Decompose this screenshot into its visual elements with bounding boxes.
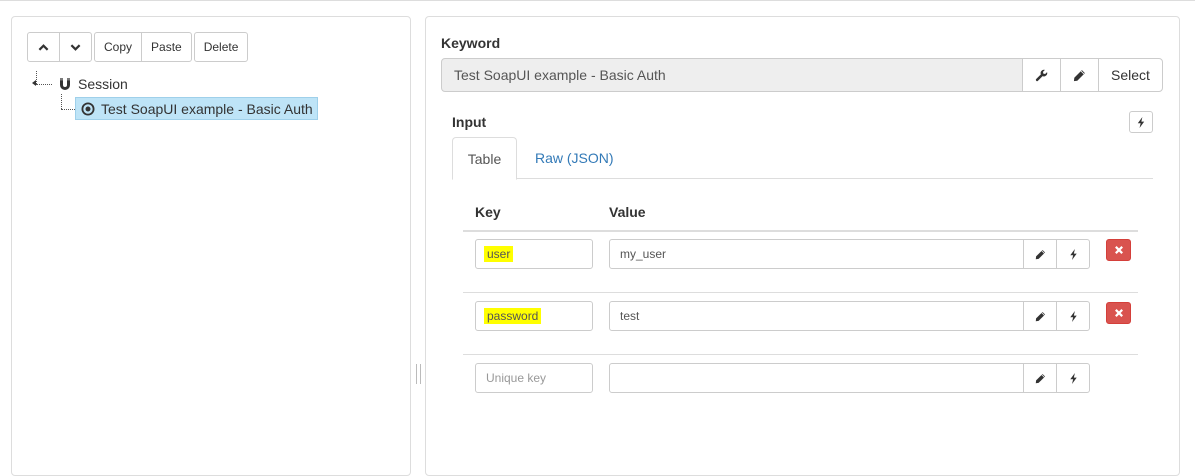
edit-value-button[interactable] (1023, 363, 1057, 393)
select-keyword-button[interactable]: Select (1098, 58, 1163, 92)
new-value-field[interactable] (609, 363, 1024, 393)
edit-value-button[interactable] (1023, 239, 1057, 269)
tree-connector (61, 94, 62, 109)
tree-connector (36, 71, 37, 84)
row-divider (463, 292, 1138, 293)
key-field[interactable]: user (475, 239, 593, 269)
keyword-field[interactable]: Test SoapUI example - Basic Auth (441, 58, 1023, 92)
configure-keyword-button[interactable] (1022, 58, 1061, 92)
tree-expander[interactable] (32, 80, 36, 86)
remove-row-button[interactable] (1106, 302, 1131, 324)
tree-node-label: Session (78, 76, 128, 92)
row-divider (463, 354, 1138, 355)
editor-panel: Keyword Test SoapUI example - Basic Auth… (425, 16, 1180, 476)
value-field[interactable]: test (609, 301, 1024, 331)
value-field[interactable]: my_user (609, 239, 1024, 269)
value-input-group: test (609, 301, 1090, 331)
input-expression-toggle-button[interactable] (1129, 111, 1153, 133)
pencil-icon (1035, 373, 1045, 383)
expression-toggle-button[interactable] (1056, 301, 1090, 331)
pencil-icon (1035, 311, 1045, 321)
target-icon (81, 102, 95, 115)
magnet-icon (60, 78, 70, 90)
panel-splitter-handle[interactable] (415, 364, 422, 384)
new-key-field[interactable]: Unique key (475, 363, 593, 393)
keyword-label: Keyword (441, 35, 501, 51)
pencil-icon (1035, 249, 1045, 259)
tab-raw-json[interactable]: Raw (JSON) (520, 137, 629, 179)
value-input-group: my_user (609, 239, 1090, 269)
input-label: Input (452, 114, 487, 130)
close-icon (1114, 246, 1123, 254)
lightning-icon (1069, 310, 1077, 322)
key-value: password (484, 308, 542, 324)
wrench-icon (1035, 69, 1048, 81)
close-icon (1114, 309, 1123, 317)
column-header-key: Key (475, 204, 501, 220)
tree-panel: Copy Paste Delete Session Test SoapUI ex… (11, 16, 411, 476)
key-field[interactable]: password (475, 301, 593, 331)
lightning-icon (1137, 116, 1145, 128)
edit-keyword-button[interactable] (1060, 58, 1099, 92)
expression-toggle-button[interactable] (1056, 239, 1090, 269)
tree-node-session[interactable]: Session (58, 75, 128, 93)
tree-node-label: Test SoapUI example - Basic Auth (101, 100, 313, 117)
lightning-icon (1069, 248, 1077, 260)
input-tabs: Table Raw (JSON) (452, 137, 1153, 180)
tree: Session Test SoapUI example - Basic Auth (12, 17, 410, 475)
column-header-value: Value (609, 204, 646, 220)
key-value: user (484, 246, 514, 262)
lightning-icon (1069, 372, 1077, 384)
remove-row-button[interactable] (1106, 239, 1131, 261)
keyword-input-group: Test SoapUI example - Basic Auth Select (441, 58, 1163, 92)
pencil-icon (1073, 69, 1085, 81)
edit-value-button[interactable] (1023, 301, 1057, 331)
expression-toggle-button[interactable] (1056, 363, 1090, 393)
table-header-divider (463, 230, 1138, 232)
tree-connector (36, 84, 52, 85)
tab-table[interactable]: Table (452, 137, 517, 180)
new-value-input-group (609, 363, 1090, 393)
tree-node-test[interactable]: Test SoapUI example - Basic Auth (75, 97, 318, 120)
top-border (0, 0, 1195, 1)
